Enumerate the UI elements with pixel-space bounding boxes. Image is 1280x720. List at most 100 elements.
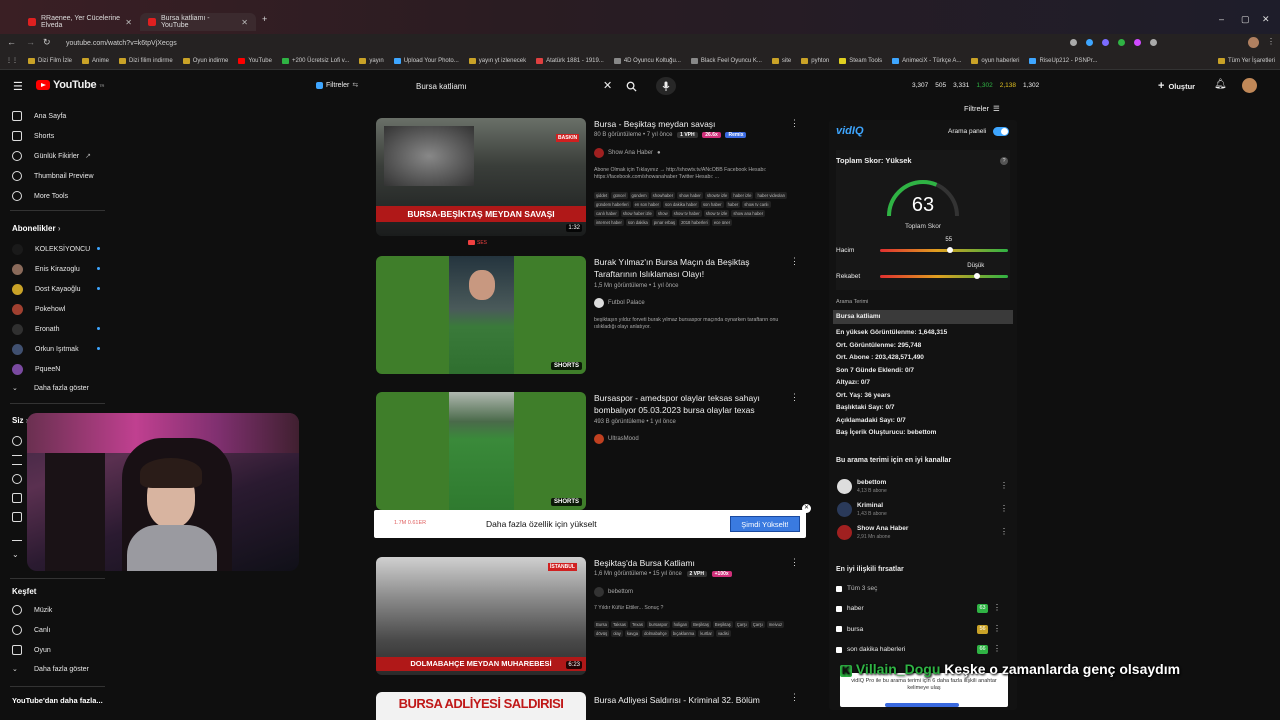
more-actions-icon[interactable]: ⋮ <box>790 256 799 267</box>
video-thumbnail[interactable]: BASKIN BURSA-BEŞİKTAŞ MEYDAN SAVAŞI 1:32 <box>376 118 586 236</box>
channel-avatar[interactable] <box>837 479 852 494</box>
checkbox[interactable] <box>836 605 842 612</box>
video-thumbnail[interactable]: SHORTS <box>376 392 586 510</box>
video-result[interactable]: BASKIN BURSA-BEŞİKTAŞ MEYDAN SAVAŞI 1:32… <box>376 118 806 248</box>
watch-later-icon[interactable] <box>12 474 22 484</box>
video-result[interactable]: SHORTS Burak Yılmaz'ın Bursa Maçın da Be… <box>376 256 806 374</box>
show-more-button[interactable]: ⌄ Daha fazla göster <box>12 384 89 393</box>
bookmark[interactable]: 4D Oyuncu Koltuğu... <box>609 57 686 64</box>
more-actions-icon[interactable]: ⋮ <box>1000 527 1008 536</box>
video-tag[interactable]: gündem haberleri <box>594 201 631 208</box>
checkbox[interactable] <box>836 646 842 653</box>
notifications-bell-icon[interactable]: 🔔︎ <box>1214 79 1227 90</box>
video-title[interactable]: Bursa Adliyesi Saldırısı - Kriminal 32. … <box>594 694 774 706</box>
subscription-item[interactable]: PqueeN <box>12 364 60 375</box>
bookmark[interactable]: YouTube <box>233 57 277 64</box>
close-icon[interactable]: ✕ <box>802 504 811 513</box>
channel-avatar[interactable] <box>837 525 852 540</box>
playlists-icon[interactable] <box>12 455 22 465</box>
sidebar-item-thumbnail-preview[interactable]: Thumbnail Preview <box>12 171 94 181</box>
youtube-logo[interactable]: YouTube TR <box>36 79 104 91</box>
apps-icon[interactable]: ⋮⋮ <box>0 57 23 64</box>
video-title[interactable]: Beşiktaş'da Bursa Katliamı <box>594 557 774 569</box>
video-tag[interactable]: Beşiktaş <box>691 621 711 628</box>
video-tag[interactable]: 2018 haberleri <box>679 219 710 226</box>
more-actions-icon[interactable]: ⋮ <box>790 692 799 703</box>
maximize-icon[interactable]: ▢ <box>1241 14 1250 25</box>
bookmark[interactable]: Black Feel Oyuncu K... <box>686 57 767 64</box>
channel-name[interactable]: bebettom <box>857 479 886 486</box>
search-input[interactable]: Bursa katliamı <box>406 77 624 95</box>
more-actions-icon[interactable]: ⋮ <box>993 624 1001 633</box>
video-tag[interactable]: kurtlar <box>698 630 714 637</box>
hamburger-menu-icon[interactable]: ☰ <box>13 80 23 93</box>
show-more-button[interactable]: ⌄ Daha fazla göster <box>12 665 89 674</box>
sidebar-item-gaming[interactable]: Oyun <box>12 645 51 655</box>
subscription-item[interactable]: Eronath <box>12 324 100 335</box>
video-tag[interactable]: holigan <box>671 621 690 628</box>
video-tag[interactable]: gündem <box>629 192 649 199</box>
microphone-icon[interactable] <box>656 77 676 95</box>
more-actions-icon[interactable]: ⋮ <box>790 118 799 129</box>
extension-icon[interactable] <box>1118 39 1125 46</box>
channel-avatar[interactable] <box>837 502 852 517</box>
video-title[interactable]: Bursa - Beşiktaş meydan savaşı <box>594 118 774 130</box>
video-result[interactable]: SHORTS Bursaspor - amedspor olaylar teks… <box>376 392 806 510</box>
liked-icon[interactable] <box>12 493 22 503</box>
video-tag[interactable]: haber <box>725 201 741 208</box>
extension-icon[interactable] <box>1134 39 1141 46</box>
bookmark[interactable]: Dizi filim indirme <box>114 57 178 64</box>
video-tag[interactable]: vadisi <box>715 630 731 637</box>
video-tag[interactable]: meivuz <box>766 621 785 628</box>
your-videos-icon[interactable] <box>12 512 22 522</box>
history-icon[interactable] <box>12 436 22 446</box>
video-tag[interactable]: şiddet <box>594 192 610 199</box>
subscription-item[interactable]: Orkun Işıtmak <box>12 344 100 355</box>
video-tag[interactable]: son dakika haber <box>663 201 699 208</box>
url-field[interactable]: youtube.com/watch?v=k6tpVjXecgs <box>58 37 1058 50</box>
channel-link[interactable]: Show Ana Haber ● <box>594 148 661 158</box>
vidiq-filters-button[interactable]: Filtreler ⇆ <box>316 81 358 89</box>
more-actions-icon[interactable]: ⋮ <box>790 392 799 403</box>
subscription-item[interactable]: Enis Kirazoglu <box>12 264 100 275</box>
select-all-checkbox[interactable]: Tüm 3 seç <box>836 585 877 592</box>
video-tag[interactable]: show tv canlı <box>742 201 771 208</box>
bookmark[interactable]: Oyun indirme <box>178 57 234 64</box>
chevron-down-icon[interactable]: ⌄ <box>12 550 22 560</box>
forward-icon[interactable]: → <box>26 37 35 47</box>
sidebar-item-shorts[interactable]: Shorts <box>12 131 54 141</box>
video-tag[interactable]: Beşiktaş <box>712 621 733 628</box>
video-tag[interactable]: bıçaklanma <box>670 630 697 637</box>
back-icon[interactable]: ← <box>7 37 16 47</box>
video-tag[interactable]: show ana haber <box>731 210 766 217</box>
video-tag[interactable]: dolmabahçe <box>642 630 669 637</box>
pro-upsell-button[interactable] <box>885 703 959 707</box>
video-tag[interactable]: canlı haber <box>594 210 619 217</box>
video-tag[interactable]: son dakika <box>625 219 650 226</box>
sidebar-item-home[interactable]: Ana Sayfa <box>12 111 66 121</box>
bookmark[interactable]: +200 Ücretsiz Lofi v... <box>277 57 354 64</box>
video-tag[interactable]: show tv haber <box>671 210 702 217</box>
sidebar-item-more-tools[interactable]: More Tools <box>12 191 68 201</box>
keyword-row[interactable]: haber <box>836 605 864 612</box>
more-actions-icon[interactable]: ⋮ <box>993 603 1001 612</box>
close-tab-icon[interactable]: ✕ <box>125 18 132 27</box>
video-tag[interactable]: showhaber <box>650 192 676 199</box>
close-tab-icon[interactable]: ✕ <box>241 18 248 27</box>
browser-menu-icon[interactable]: ⋮ <box>1267 37 1275 46</box>
video-result[interactable]: İSTANBUL DOLMABAHÇE MEYDAN MUHAREBESİ 6:… <box>376 557 806 677</box>
video-thumbnail[interactable]: BURSA ADLİYESİ SALDIRISI <box>376 692 586 720</box>
you-heading[interactable]: Siz › <box>12 416 28 425</box>
video-tag[interactable]: Çarşı <box>734 621 749 628</box>
video-tag[interactable]: dövüş <box>594 630 610 637</box>
bookmark[interactable]: Anime <box>77 57 114 64</box>
subscription-item[interactable]: Pokehowl <box>12 304 65 315</box>
video-tag[interactable]: Bursa <box>594 621 609 628</box>
video-tag[interactable]: haber videoları <box>755 192 788 199</box>
video-tag[interactable]: show <box>655 210 670 217</box>
video-tag[interactable]: showtv izle <box>704 192 730 199</box>
video-tag[interactable]: güncel <box>611 192 628 199</box>
bookmark[interactable]: oyun haberleri <box>966 57 1024 64</box>
search-panel-toggle[interactable] <box>993 127 1009 136</box>
video-tag[interactable]: kavga <box>624 630 641 637</box>
